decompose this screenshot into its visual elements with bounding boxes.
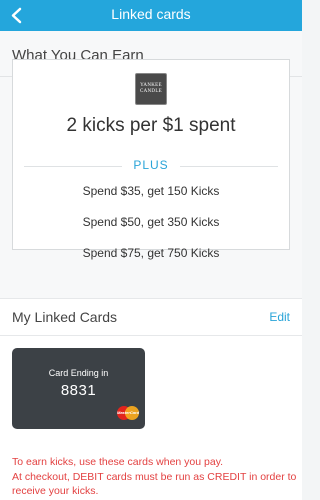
card-ending-label: Card Ending in xyxy=(48,368,109,378)
plus-separator: PLUS xyxy=(24,158,278,173)
bonus-tier: Spend $75, get 750 Kicks xyxy=(82,246,220,260)
edit-button[interactable]: Edit xyxy=(269,310,290,324)
bonus-tier: Spend $35, get 150 Kicks xyxy=(82,184,220,198)
page-title: Linked cards xyxy=(111,6,191,22)
earn-rate: 2 kicks per $1 spent xyxy=(66,115,236,136)
plus-label: PLUS xyxy=(133,158,169,172)
linked-card[interactable]: Card Ending in 8831 MasterCard xyxy=(12,348,145,429)
top-navigation-bar: Linked cards xyxy=(0,0,302,31)
bonus-tier: Spend $50, get 350 Kicks xyxy=(82,215,220,229)
divider xyxy=(0,335,302,336)
debit-warning: At checkout, DEBIT cards must be run as … xyxy=(12,471,297,497)
divider xyxy=(180,166,278,167)
linked-cards-heading: My Linked Cards xyxy=(12,309,118,325)
info-note: To earn kicks, use these cards when you … xyxy=(12,456,224,468)
card-last-four: 8831 xyxy=(60,382,97,399)
mastercard-wordmark: MasterCard xyxy=(117,410,140,415)
merchant-logo: YANKEE CANDLE xyxy=(135,73,167,105)
mastercard-icon: MasterCard xyxy=(117,406,139,420)
linked-cards-section: My Linked Cards Edit Card Ending in 8831… xyxy=(0,299,302,500)
